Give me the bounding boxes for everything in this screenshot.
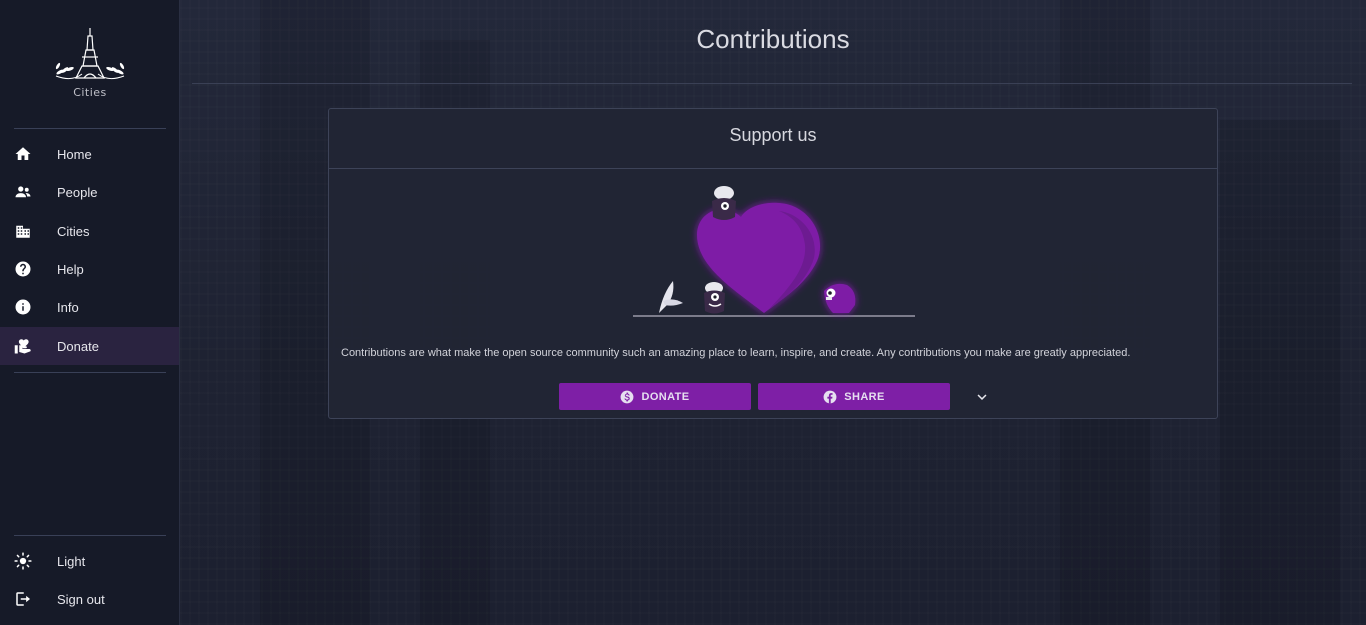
sidebar-item-help[interactable]: Help (0, 250, 179, 288)
share-button[interactable]: SHARE (758, 383, 950, 410)
card-title: Support us (729, 125, 817, 145)
sidebar-item-sign-out[interactable]: Sign out (0, 580, 179, 618)
donate-button[interactable]: DONATE (559, 383, 751, 410)
heart-illustration (633, 186, 915, 317)
title-divider (192, 83, 1352, 84)
people-icon (13, 182, 33, 202)
sun-icon (13, 551, 33, 571)
sidebar-item-label: Donate (57, 338, 99, 354)
sidebar-item-label: Help (57, 261, 84, 277)
dollar-icon (621, 390, 634, 403)
facebook-icon (823, 390, 837, 403)
donate-icon (13, 336, 33, 356)
card-divider (329, 168, 1217, 169)
sidebar-item-home[interactable]: Home (0, 135, 179, 173)
sign-out-icon (13, 589, 33, 609)
sidebar-item-label: Cities (57, 223, 90, 239)
sidebar-item-info[interactable]: Info (0, 288, 179, 326)
info-icon (13, 297, 33, 317)
sidebar-item-cities[interactable]: Cities (0, 212, 179, 250)
contributions-text: Contributions are what make the open sou… (341, 347, 1131, 359)
expand-button[interactable] (973, 388, 991, 406)
sidebar-item-label: Info (57, 299, 79, 315)
donate-button-label: DONATE (641, 390, 690, 403)
sidebar-divider (14, 128, 166, 129)
page-title: Contributions (696, 24, 850, 54)
eiffel-tower-icon (55, 28, 125, 80)
share-button-label: SHARE (844, 390, 885, 403)
sidebar-item-donate[interactable]: Donate (0, 327, 179, 365)
sidebar-item-label: Light (57, 553, 86, 569)
help-icon (13, 259, 33, 279)
sidebar-item-people[interactable]: People (0, 173, 179, 211)
sidebar: Cities Home People Cities Help Info Dona… (0, 0, 180, 625)
chevron-down-icon (977, 394, 987, 400)
sidebar-divider (14, 535, 166, 536)
city-icon (13, 221, 33, 241)
sidebar-item-label: Home (57, 146, 92, 162)
sidebar-item-label: People (57, 184, 98, 200)
app-logo[interactable]: Cities (48, 26, 132, 102)
logo-text: Cities (73, 86, 107, 99)
sidebar-item-light-theme[interactable]: Light (0, 542, 179, 580)
sidebar-divider (14, 372, 166, 373)
support-card: Support us Contributions are what make t… (328, 108, 1218, 419)
sidebar-item-label: Sign out (57, 591, 105, 607)
home-icon (13, 144, 33, 164)
